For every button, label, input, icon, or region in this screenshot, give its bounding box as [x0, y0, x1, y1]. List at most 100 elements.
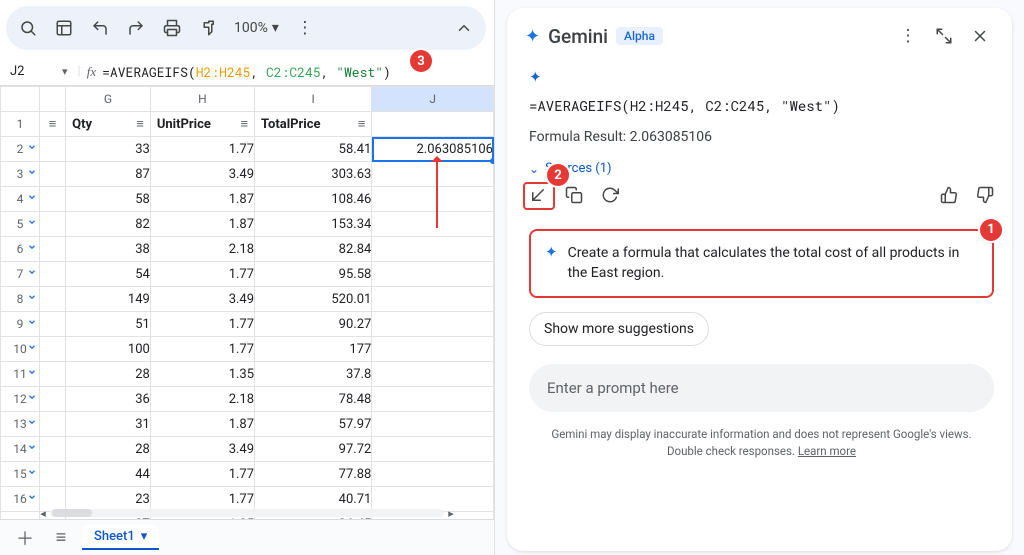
row-header[interactable]: 2 [1, 137, 40, 162]
tab-sheet1[interactable]: Sheet1 ▾ [82, 525, 159, 550]
col-header-G[interactable]: G [66, 87, 151, 112]
col-header-H[interactable]: H [150, 87, 254, 112]
filter-icon[interactable]: ≡ [136, 116, 144, 132]
cell[interactable] [372, 112, 494, 137]
undock-button[interactable] [930, 22, 958, 50]
chevron-down-icon[interactable]: ▾ [141, 529, 148, 544]
cell[interactable] [40, 387, 66, 412]
scroll-right-icon[interactable]: ▸ [444, 507, 458, 520]
collapse-toolbar-button[interactable] [448, 12, 480, 44]
col-header-J[interactable]: J [372, 87, 494, 112]
row-expand-icon[interactable] [27, 367, 37, 380]
cell[interactable]: 520.01 [255, 287, 372, 312]
undo-button[interactable] [84, 12, 116, 44]
cell[interactable] [372, 312, 494, 337]
cell[interactable]: 177 [255, 337, 372, 362]
column-header-qty[interactable]: Qty≡ [66, 112, 151, 137]
retry-button[interactable] [601, 186, 619, 209]
col-header-I[interactable]: I [255, 87, 372, 112]
filter-icon[interactable]: ≡ [240, 116, 248, 132]
row-header[interactable]: 6 [1, 237, 40, 262]
cell[interactable]: 90.27 [255, 312, 372, 337]
row-header[interactable]: 9 [1, 312, 40, 337]
cell[interactable]: 33 [66, 137, 151, 162]
row-header[interactable]: 12 [1, 387, 40, 412]
cell[interactable] [40, 212, 66, 237]
cell[interactable] [40, 237, 66, 262]
cell[interactable] [372, 337, 494, 362]
cell[interactable]: 82.84 [255, 237, 372, 262]
cell[interactable] [372, 412, 494, 437]
row-expand-icon[interactable] [27, 342, 37, 355]
filter-icon[interactable]: ≡ [358, 116, 366, 132]
cell[interactable] [372, 437, 494, 462]
row-expand-icon[interactable] [27, 317, 37, 330]
cell[interactable]: 95.58 [255, 262, 372, 287]
sources-toggle[interactable]: ⌄ Sources (1) [529, 161, 994, 176]
row-header[interactable]: 14 [1, 437, 40, 462]
column-header-totalprice[interactable]: TotalPrice≡ [255, 112, 372, 137]
row-expand-icon[interactable] [27, 417, 37, 430]
redo-button[interactable] [120, 12, 152, 44]
cell[interactable] [40, 312, 66, 337]
row-expand-icon[interactable] [27, 392, 37, 405]
row-header[interactable]: 7 [1, 262, 40, 287]
suggestion-card[interactable]: ✦ Create a formula that calculates the t… [529, 229, 994, 298]
cell[interactable]: 44 [66, 462, 151, 487]
cell[interactable]: 97.72 [255, 437, 372, 462]
row-expand-icon[interactable] [27, 492, 37, 505]
col-header-F[interactable] [40, 87, 66, 112]
paint-format-button[interactable] [192, 12, 224, 44]
row-header[interactable]: 15 [1, 462, 40, 487]
row-expand-icon[interactable] [27, 467, 37, 480]
row-header[interactable]: 13 [1, 412, 40, 437]
cell[interactable] [40, 362, 66, 387]
cell[interactable] [40, 187, 66, 212]
row-header[interactable]: 8 [1, 287, 40, 312]
cell[interactable] [372, 462, 494, 487]
row-expand-icon[interactable] [27, 292, 37, 305]
row-expand-icon[interactable] [27, 442, 37, 455]
cell[interactable]: 108.46 [255, 187, 372, 212]
thumbs-down-button[interactable] [976, 186, 994, 209]
more-toolbar-button[interactable]: ⋮ [289, 12, 321, 44]
grid[interactable]: G H I J 1≡Qty≡UnitPrice≡TotalPrice≡2331.… [0, 86, 494, 519]
search-icon[interactable] [12, 12, 44, 44]
cell[interactable]: 1.77 [150, 337, 254, 362]
cell[interactable]: 2.18 [150, 387, 254, 412]
cell[interactable] [40, 412, 66, 437]
row-header[interactable]: 1 [1, 112, 40, 137]
cell[interactable]: 1.35 [150, 362, 254, 387]
row-header[interactable]: 5 [1, 212, 40, 237]
cell[interactable]: 3.49 [150, 437, 254, 462]
cell[interactable]: 3.49 [150, 287, 254, 312]
cell[interactable]: 28 [66, 362, 151, 387]
close-button[interactable] [966, 22, 994, 50]
cell[interactable]: 1.77 [150, 312, 254, 337]
row-expand-icon[interactable] [27, 217, 37, 230]
more-button[interactable]: ⋮ [894, 22, 922, 50]
cell[interactable]: 31 [66, 412, 151, 437]
cell[interactable]: 149 [66, 287, 151, 312]
learn-more-link[interactable]: Learn more [798, 444, 856, 458]
table-icon[interactable] [48, 12, 80, 44]
copy-button[interactable] [565, 186, 583, 209]
cell[interactable]: 100 [66, 337, 151, 362]
cell[interactable]: 1.77 [150, 137, 254, 162]
name-box[interactable]: J2 [6, 64, 62, 79]
row-expand-icon[interactable] [27, 267, 37, 280]
cell[interactable]: 51 [66, 312, 151, 337]
cell[interactable] [372, 237, 494, 262]
all-sheets-button[interactable]: ≡ [46, 523, 76, 553]
cell[interactable] [372, 287, 494, 312]
select-all-corner[interactable] [1, 87, 40, 112]
cell[interactable] [372, 262, 494, 287]
cell[interactable]: 58 [66, 187, 151, 212]
cell[interactable] [40, 262, 66, 287]
cell[interactable] [40, 137, 66, 162]
row-header[interactable]: 4 [1, 187, 40, 212]
cell[interactable] [40, 337, 66, 362]
cell[interactable] [40, 287, 66, 312]
row-expand-icon[interactable] [27, 167, 37, 180]
cell[interactable] [40, 162, 66, 187]
